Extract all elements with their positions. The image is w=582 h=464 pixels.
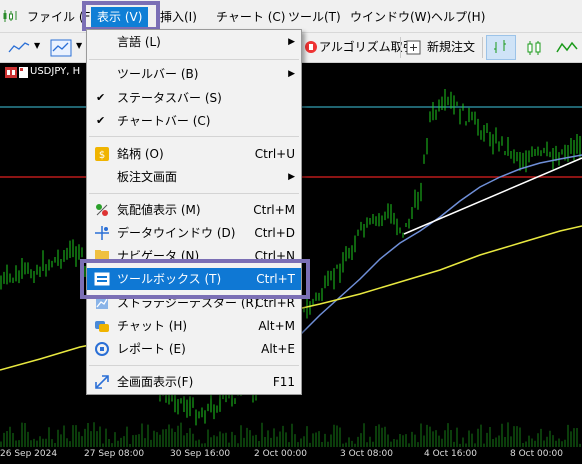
menu-separator — [89, 193, 299, 194]
menu-item-label: チャートバー (C) — [117, 114, 211, 128]
symbols-icon: $ — [95, 147, 109, 161]
indicators-icon[interactable] — [50, 39, 72, 57]
menu-item-full-screen[interactable]: 全画面表示(F) F11 — [87, 371, 301, 393]
menu-item-shortcut: Ctrl+U — [254, 147, 295, 161]
menu-item-market-watch[interactable]: 気配値表示 (M) Ctrl+M — [87, 199, 301, 221]
time-axis-label: 30 Sep 16:00 — [170, 449, 231, 459]
checkmark-icon: ✔ — [96, 91, 106, 104]
menu-item-chat[interactable]: チャット (H) Alt+M — [87, 315, 301, 337]
menu-separator — [89, 365, 299, 366]
menu-item-label: ツールバー (B) — [117, 67, 199, 81]
report-icon — [95, 342, 109, 356]
menu-item-shortcut: Ctrl+M — [253, 203, 295, 217]
menu-item-label: データウインドウ (D) — [117, 226, 236, 240]
submenu-arrow-icon: ▶ — [288, 172, 295, 182]
svg-text:$: $ — [99, 150, 105, 161]
chat-icon — [95, 321, 109, 332]
toolbar-separator — [482, 37, 483, 58]
chart-symbol-label[interactable]: USDJPY, H — [30, 66, 80, 77]
time-axis-label: 3 Oct 08:00 — [340, 449, 393, 459]
menu-item-label: 板注文画面 — [117, 170, 178, 184]
bar-chart-button[interactable] — [486, 35, 516, 60]
data-window-icon — [95, 226, 109, 240]
time-axis-label: 27 Sep 08:00 — [84, 449, 145, 459]
menu-item-label: チャット (H) — [117, 319, 188, 333]
bar-chart-icon — [494, 40, 506, 53]
submenu-arrow-icon: ▶ — [288, 69, 295, 79]
new-order-icon[interactable] — [406, 40, 421, 55]
submenu-arrow-icon: ▶ — [288, 37, 295, 47]
menu-item-language[interactable]: 言語 (L) ▶ — [87, 31, 301, 53]
menu-item-label: 言語 (L) — [117, 35, 161, 49]
menu-tools[interactable]: ツール(T) — [288, 7, 341, 27]
app-icon — [3, 10, 17, 22]
menu-item-report[interactable]: レポート (E) Alt+E — [87, 338, 301, 360]
menu-item-symbols[interactable]: $ 銘柄 (O) Ctrl+U — [87, 143, 301, 165]
menu-separator — [89, 59, 299, 60]
menu-item-label: 気配値表示 (M) — [117, 203, 201, 217]
menu-separator — [89, 136, 299, 137]
menu-item-toolbars[interactable]: ツールバー (B) ▶ — [87, 63, 301, 85]
time-axis-label: 8 Oct 00:00 — [510, 449, 563, 459]
menu-item-shortcut: F11 — [272, 375, 295, 389]
menu-help[interactable]: ヘルプ(H) — [431, 7, 485, 27]
menu-item-shortcut: Alt+M — [258, 319, 295, 333]
checkmark-icon: ✔ — [96, 114, 106, 127]
menu-item-chart-bar[interactable]: ✔ チャートバー (C) — [87, 110, 301, 132]
time-axis-label: 26 Sep 2024 — [0, 449, 58, 459]
candlestick-icon[interactable] — [525, 39, 543, 57]
full-screen-icon — [95, 375, 109, 389]
menu-item-status-bar[interactable]: ✔ ステータスバー (S) — [87, 87, 301, 109]
menu-window[interactable]: ウインドウ(W) — [350, 7, 431, 27]
menu-item-depth-of-market[interactable]: 板注文画面 ▶ — [87, 166, 301, 188]
menu-item-shortcut: Alt+E — [261, 342, 295, 356]
view-menu-dropdown: 言語 (L) ▶ ツールバー (B) ▶ ✔ ステータスバー (S) ✔ チャー… — [86, 29, 302, 395]
algo-trading-icon[interactable] — [304, 40, 318, 54]
menu-item-label: 銘柄 (O) — [117, 147, 164, 161]
line-icon[interactable] — [556, 40, 578, 56]
toolbox-highlight — [80, 259, 310, 299]
line-chart-icon[interactable] — [8, 40, 30, 56]
menu-insert[interactable]: 挿入(I) — [160, 7, 197, 27]
chevron-down-icon[interactable]: ▼ — [76, 41, 82, 50]
menu-item-label: 全画面表示(F) — [117, 375, 194, 389]
menu-item-label: ステータスバー (S) — [117, 91, 222, 105]
menu-item-label: レポート (E) — [117, 342, 186, 356]
time-axis-label: 4 Oct 16:00 — [424, 449, 477, 459]
new-order-button[interactable]: 新規注文 — [427, 38, 475, 56]
time-axis-label: 2 Oct 00:00 — [254, 449, 307, 459]
chart-window-icon — [5, 67, 17, 78]
flag-icon — [19, 67, 28, 78]
chevron-down-icon[interactable]: ▼ — [34, 41, 40, 50]
menu-chart[interactable]: チャート (C) — [216, 7, 285, 27]
menu-item-data-window[interactable]: データウインドウ (D) Ctrl+D — [87, 222, 301, 244]
menu-item-shortcut: Ctrl+D — [254, 226, 295, 240]
toolbar-separator — [400, 37, 401, 58]
view-menu-highlight — [82, 1, 160, 31]
time-axis: 26 Sep 2024 27 Sep 08:00 30 Sep 16:00 2 … — [0, 447, 582, 464]
market-watch-icon — [96, 204, 108, 216]
